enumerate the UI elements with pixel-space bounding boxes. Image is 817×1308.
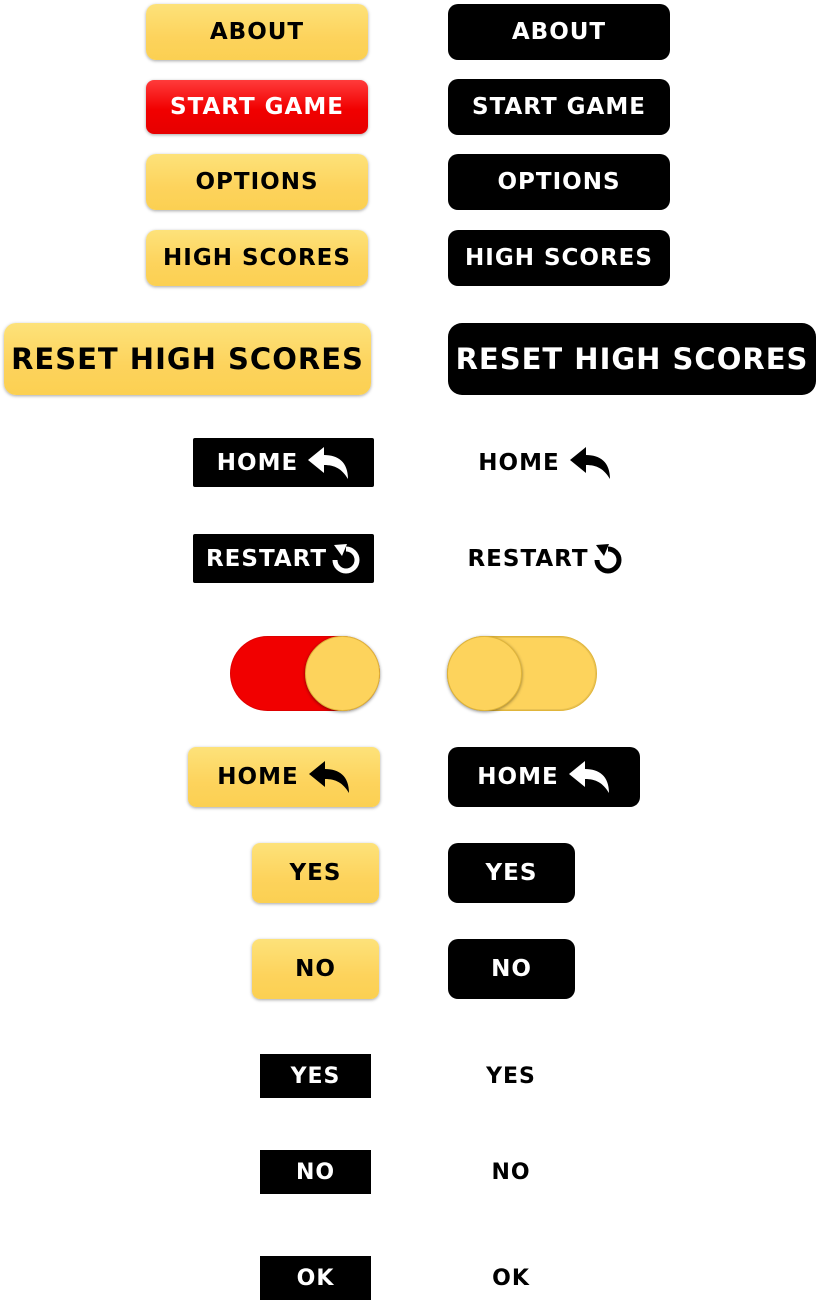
toggle-knob[interactable]: [305, 636, 380, 711]
no-label: NO: [491, 1159, 531, 1185]
restart-label: RESTART: [205, 545, 328, 572]
options-label: OPTIONS: [497, 169, 621, 195]
yes-button-yellow[interactable]: YES: [252, 843, 379, 903]
restart-circular-arrow-icon: [331, 543, 361, 575]
ok-label: OK: [296, 1265, 335, 1291]
no-button-black[interactable]: NO: [448, 939, 575, 999]
restart-label: RESTART: [467, 545, 589, 572]
about-button-black[interactable]: ABOUT: [448, 4, 670, 60]
restart-circular-arrow-icon: [593, 543, 623, 575]
home-label: HOME: [216, 449, 299, 476]
options-label: OPTIONS: [195, 169, 319, 195]
home-label: HOME: [478, 449, 560, 476]
about-button-yellow[interactable]: ABOUT: [146, 4, 368, 60]
no-link-plain[interactable]: NO: [470, 1150, 552, 1194]
yes-label: YES: [290, 1063, 341, 1089]
yes-label: YES: [289, 860, 342, 886]
no-label: NO: [295, 956, 336, 982]
undo-arrow-icon: [567, 760, 611, 794]
home-link-plain[interactable]: HOME: [470, 438, 620, 487]
reset-high-scores-label: RESET HIGH SCORES: [455, 342, 809, 376]
start-game-label: START GAME: [472, 94, 646, 120]
toggle-switch-on[interactable]: [230, 636, 380, 711]
ok-link-plain[interactable]: OK: [470, 1256, 552, 1300]
home-label: HOME: [217, 764, 299, 790]
high-scores-label: HIGH SCORES: [163, 245, 351, 271]
yes-label: YES: [486, 1063, 536, 1089]
home-button-black[interactable]: HOME: [193, 438, 374, 487]
undo-arrow-icon: [307, 760, 351, 794]
toggle-switch-off[interactable]: [447, 636, 597, 711]
toggle-knob[interactable]: [447, 636, 522, 711]
home-button-yellow[interactable]: HOME: [188, 747, 380, 807]
no-button-black-small[interactable]: NO: [260, 1150, 371, 1194]
yes-button-black[interactable]: YES: [448, 843, 575, 903]
yes-link-plain[interactable]: YES: [470, 1054, 552, 1098]
start-game-button-black[interactable]: START GAME: [448, 79, 670, 135]
about-label: ABOUT: [209, 19, 305, 45]
high-scores-button-yellow[interactable]: HIGH SCORES: [146, 230, 368, 286]
no-button-yellow[interactable]: NO: [252, 939, 379, 999]
ok-button-black-small[interactable]: OK: [260, 1256, 371, 1300]
restart-button-black[interactable]: RESTART: [193, 534, 374, 583]
no-label: NO: [491, 956, 532, 982]
reset-high-scores-button-black[interactable]: RESET HIGH SCORES: [448, 323, 816, 395]
reset-high-scores-button-yellow[interactable]: RESET HIGH SCORES: [4, 323, 371, 395]
undo-arrow-icon: [306, 446, 350, 480]
start-game-label: START GAME: [170, 94, 344, 120]
yes-button-black-small[interactable]: YES: [260, 1054, 371, 1098]
yes-label: YES: [485, 860, 538, 886]
undo-arrow-icon: [568, 446, 612, 480]
about-label: ABOUT: [511, 19, 607, 45]
options-button-yellow[interactable]: OPTIONS: [146, 154, 368, 210]
high-scores-label: HIGH SCORES: [465, 245, 653, 271]
ok-label: OK: [492, 1265, 530, 1291]
restart-link-plain[interactable]: RESTART: [455, 534, 635, 583]
reset-high-scores-label: RESET HIGH SCORES: [11, 342, 364, 376]
start-game-button-red[interactable]: START GAME: [146, 80, 368, 134]
options-button-black[interactable]: OPTIONS: [448, 154, 670, 210]
home-label: HOME: [477, 764, 559, 790]
high-scores-button-black[interactable]: HIGH SCORES: [448, 230, 670, 286]
no-label: NO: [295, 1159, 336, 1185]
home-button-black-rounded[interactable]: HOME: [448, 747, 640, 807]
